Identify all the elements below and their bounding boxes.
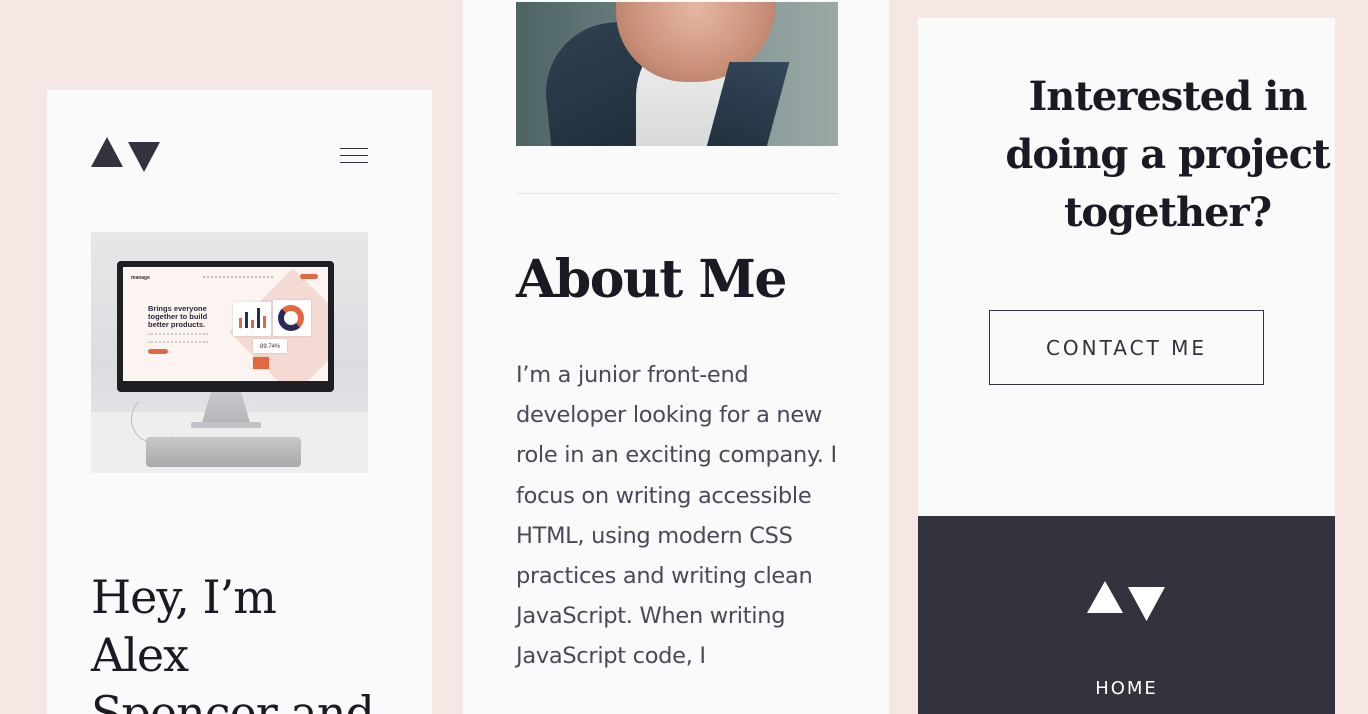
section-divider	[516, 193, 838, 194]
profile-photo	[516, 2, 838, 146]
home-page-panel: manage Brings everyone together to build…	[47, 87, 432, 714]
av-logo-icon[interactable]	[91, 137, 160, 172]
mock-stat: 89.74%	[260, 344, 281, 350]
cta-title: Interested in doing a project together?	[1005, 73, 1330, 236]
about-panel: About Me I’m a junior front-end develope…	[463, 0, 889, 714]
av-logo-icon[interactable]	[1087, 581, 1165, 621]
footer-nav-home[interactable]: HOME	[918, 678, 1335, 699]
contact-panel: Interested in doing a project together? …	[918, 18, 1335, 714]
hero-headline-line: Spencer and	[91, 686, 375, 714]
laptop-image	[146, 437, 301, 467]
about-text: I’m a junior front-end developer looking…	[516, 362, 837, 670]
about-title: About Me	[516, 249, 787, 310]
contact-me-button[interactable]: CONTACT ME	[989, 310, 1264, 385]
mock-headline: Brings everyone together to build better…	[148, 304, 208, 329]
hero-image: manage Brings everyone together to build…	[91, 232, 368, 473]
hero-headline: Hey, I’m Alex Spencer and	[91, 568, 391, 714]
mock-brand: manage	[131, 275, 150, 281]
monitor-image: manage Brings everyone together to build…	[117, 261, 334, 392]
footer: HOME	[918, 516, 1335, 714]
hero-headline-line: Hey, I’m	[91, 570, 277, 624]
hamburger-menu-icon[interactable]	[340, 148, 368, 164]
hero-headline-line: Alex	[91, 628, 189, 682]
